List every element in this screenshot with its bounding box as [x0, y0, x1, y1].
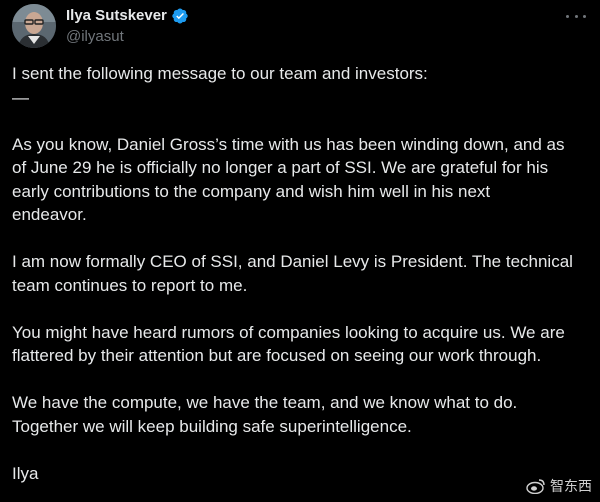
tweet-signoff: Ilya: [12, 463, 39, 483]
tweet-paragraph-4-line-2: Together we will keep building safe supe…: [12, 416, 412, 436]
tweet-paragraph-1-line-4: endeavor.: [12, 205, 87, 224]
tweet-card: Ilya Sutskever @ilyasut I sent the follo…: [0, 0, 600, 502]
author-handle[interactable]: @ilyasut: [66, 27, 189, 47]
author-info: Ilya Sutskever @ilyasut: [66, 6, 189, 47]
tweet-paragraph-1-line-1: As you know, Daniel Gross’s time with us…: [12, 134, 565, 154]
tweet-paragraph-4-line-1: We have the compute, we have the team, a…: [12, 393, 518, 412]
tweet-paragraph-1-line-2: of June 29 he is officially no longer a …: [12, 158, 549, 177]
watermark-text: 智东西: [550, 479, 592, 495]
tweet-paragraph-2-line-2: team continues to report to me.: [12, 275, 248, 295]
tweet-paragraph-3-line-1: You might have heard rumors of companies…: [12, 322, 565, 342]
tweet-dash: —: [12, 87, 29, 107]
tweet-paragraph-3-line-2: flattered by their attention but are foc…: [12, 346, 542, 365]
more-options-icon[interactable]: [566, 12, 586, 20]
tweet-intro-line: I sent the following message to our team…: [12, 64, 428, 83]
tweet-header: Ilya Sutskever @ilyasut: [12, 4, 588, 50]
tweet-paragraph-1-line-3: early contributions to the company and w…: [12, 181, 491, 201]
author-display-name[interactable]: Ilya Sutskever: [66, 6, 167, 26]
source-watermark: 智东西: [526, 476, 592, 496]
tweet-paragraph-2-line-1: I am now formally CEO of SSI, and Daniel…: [12, 252, 573, 271]
tweet-text: I sent the following message to our team…: [12, 62, 592, 485]
author-avatar[interactable]: [12, 4, 56, 48]
verified-badge-icon: [171, 7, 189, 25]
weibo-logo-icon: [526, 479, 545, 494]
